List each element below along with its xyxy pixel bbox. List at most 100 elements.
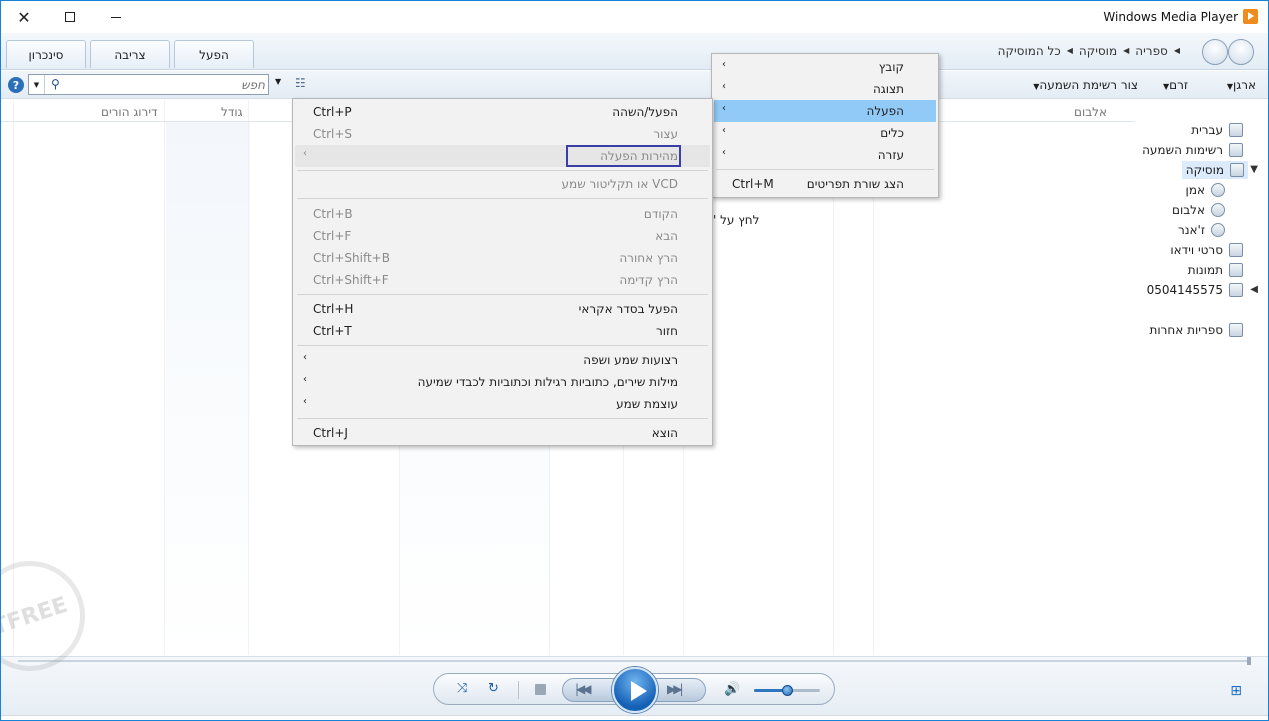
help-icon[interactable]: ? [8, 77, 24, 93]
empty-library-hint: לחץ על ' [713, 213, 760, 227]
nav-genre[interactable]: ז'אנר [1178, 221, 1225, 239]
menu-separator [297, 294, 708, 295]
tab-play[interactable]: הפעל [174, 40, 254, 68]
menu-item-repeat[interactable]: חזור Ctrl+T [295, 320, 710, 342]
view-options-dropdown[interactable]: ▼ [275, 77, 281, 86]
forward-button[interactable] [1202, 39, 1228, 65]
media-player-window: ✕ Windows Media Player סינכרון צריבה הפע… [0, 0, 1269, 721]
app-title: Windows Media Player [1103, 10, 1238, 24]
search-dropdown-button[interactable]: ▼ [29, 75, 45, 94]
chevron-left-icon: ◀ [1066, 46, 1073, 55]
column-divider [248, 100, 249, 655]
picture-icon [1229, 263, 1243, 277]
create-playlist-menu[interactable]: צור רשימת השמעה▼ [1028, 78, 1138, 92]
organize-menu[interactable]: ארגן▼ [1222, 78, 1256, 92]
nav-album[interactable]: אלבום [1172, 201, 1225, 219]
navigation-pane: עברית רשימות השמעה ▼ מוסיקה אמן אלבום ז'… [1135, 100, 1268, 655]
menu-item-next[interactable]: הבא Ctrl+F [295, 225, 710, 247]
submenu-arrow-icon: ‹ [303, 374, 307, 385]
menu-item-fast-forward[interactable]: הרץ קדימה Ctrl+Shift+F [295, 269, 710, 291]
menu-item-view[interactable]: תצוגה ‹ [714, 78, 936, 100]
nav-artist[interactable]: אמן [1186, 181, 1225, 199]
navigation-bar: סינכרון צריבה הפעל ◀ ספריה ◀ מוסיקה ◀ כל… [1, 33, 1268, 70]
back-button[interactable] [1228, 39, 1254, 65]
shuffle-button[interactable]: ⤨ [457, 681, 467, 696]
volume-thumb[interactable] [782, 685, 793, 696]
column-album[interactable]: אלבום [1074, 105, 1107, 119]
nav-pictures[interactable]: תמונות [1188, 261, 1243, 279]
nav-playlists[interactable]: רשימות השמעה [1142, 141, 1243, 159]
menu-item-shuffle[interactable]: הפעל בסדר אקראי Ctrl+H [295, 298, 710, 320]
menu-item-play[interactable]: הפעלה ‹ [714, 100, 936, 122]
submenu-arrow-icon: ‹ [722, 125, 726, 136]
menu-item-dvd-vcd[interactable]: VCD או תקליטור שמע [295, 173, 710, 195]
nav-videos[interactable]: סרטי וידאו [1170, 241, 1243, 259]
column-parental-rating[interactable]: דירוג הורים [101, 105, 158, 119]
chevron-left-icon: ◀ [1123, 46, 1130, 55]
volume-slider[interactable] [754, 685, 820, 696]
menu-item-lyrics-captions[interactable]: מילות שירים, כתוביות רגילות וכתוביות לכב… [295, 371, 710, 393]
menu-item-eject[interactable]: הוצא Ctrl+J [295, 422, 710, 444]
view-options-icon[interactable]: ☷ [295, 76, 306, 90]
close-icon: ✕ [17, 7, 31, 27]
menu-item-tools[interactable]: כלים ‹ [714, 122, 936, 144]
breadcrumb-library[interactable]: ספריה [1135, 44, 1168, 58]
controls-separator [518, 681, 519, 699]
submenu-arrow-icon: ‹ [722, 103, 726, 114]
menu-item-help[interactable]: עזרה ‹ [714, 144, 936, 166]
chevron-left-icon: ◀ [1173, 46, 1180, 55]
device-icon [1229, 283, 1243, 297]
seek-bar[interactable] [18, 660, 1251, 662]
repeat-button[interactable]: ↻ [488, 681, 499, 696]
menu-separator [297, 198, 708, 199]
menu-item-show-menu-bar[interactable]: הצג שורת תפריטים Ctrl+M [714, 173, 936, 195]
menu-item-audio-language[interactable]: רצועות שמע ושפה ‹ [295, 349, 710, 371]
menu-item-rewind[interactable]: הרץ אחורה Ctrl+Shift+B [295, 247, 710, 269]
search-icon[interactable]: ⚲ [51, 77, 60, 91]
status-strip [1, 715, 1268, 720]
submenu-arrow-icon: ‹ [303, 396, 307, 407]
previous-button[interactable]: |◀◀ [575, 682, 591, 696]
artist-icon [1211, 183, 1225, 197]
minimize-button[interactable] [93, 1, 139, 33]
library-icon [1229, 123, 1243, 137]
breadcrumb: ◀ ספריה ◀ מוסיקה ◀ כל המוסיקה [998, 44, 1180, 58]
menu-separator [297, 170, 708, 171]
background-streak [166, 122, 250, 652]
playback-controls: ⤨ ↻ |◀◀ ▶▶| 🔊 [433, 667, 835, 713]
breadcrumb-music[interactable]: מוסיקה [1079, 44, 1117, 58]
playback-controls-bar: ⤨ ↻ |◀◀ ▶▶| 🔊 ⊞ [1, 656, 1268, 716]
column-size[interactable]: גודל [221, 105, 243, 119]
expand-arrow-icon[interactable]: ◀ [1250, 284, 1258, 295]
menu-item-file[interactable]: קובץ ‹ [714, 56, 936, 78]
search-box: ▼ ⚲ [28, 74, 269, 95]
tab-burn[interactable]: צריבה [90, 40, 170, 68]
menu-separator [297, 418, 708, 419]
title-bar: ✕ Windows Media Player [1, 1, 1268, 33]
nav-other-libraries[interactable]: ספריות אחרות [1150, 321, 1243, 339]
mute-button[interactable]: 🔊 [724, 682, 740, 697]
submenu-arrow-icon: ‹ [722, 147, 726, 158]
music-note-icon [1230, 163, 1244, 177]
collapse-arrow-icon[interactable]: ▼ [1250, 164, 1258, 175]
menu-item-stop[interactable]: עצור Ctrl+S [295, 123, 710, 145]
nav-music[interactable]: מוסיקה [1181, 161, 1248, 179]
stop-button[interactable] [535, 684, 546, 695]
menu-item-play-pause[interactable]: הפעל/השהה Ctrl+P [295, 101, 710, 123]
next-button[interactable]: ▶▶| [667, 682, 683, 696]
menu-item-volume[interactable]: עוצמת שמע ‹ [295, 393, 710, 415]
menu-item-previous[interactable]: הקודם Ctrl+B [295, 203, 710, 225]
play-button[interactable] [612, 667, 658, 713]
tab-sync[interactable]: סינכרון [6, 40, 86, 68]
highlight-annotation-box [566, 145, 681, 167]
close-button[interactable]: ✕ [1, 1, 47, 33]
switch-to-now-playing-icon[interactable]: ⊞ [1230, 683, 1242, 699]
maximize-icon [65, 12, 75, 22]
menu-separator [716, 169, 934, 170]
stream-menu[interactable]: זרם▼ [1158, 78, 1188, 92]
nav-device[interactable]: 0504145575 [1147, 281, 1243, 299]
breadcrumb-all-music[interactable]: כל המוסיקה [998, 44, 1061, 58]
maximize-button[interactable] [47, 1, 93, 33]
search-input[interactable] [69, 75, 265, 94]
nav-user-library[interactable]: עברית [1191, 121, 1243, 139]
